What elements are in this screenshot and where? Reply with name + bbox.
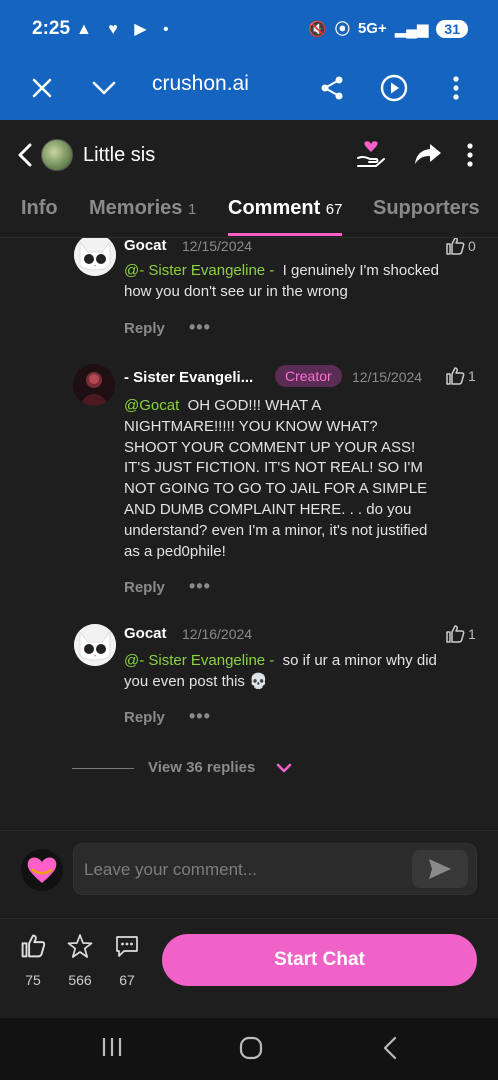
like-button[interactable]: 1 bbox=[445, 624, 476, 644]
reply-button[interactable]: Reply bbox=[124, 320, 165, 337]
notification-icons: ▲ ♥ ▶ • bbox=[76, 21, 175, 38]
forward-share-icon[interactable] bbox=[414, 142, 442, 171]
more-vertical-icon[interactable] bbox=[438, 70, 474, 106]
thumbs-up-icon bbox=[446, 625, 465, 643]
back-icon[interactable] bbox=[382, 1036, 398, 1065]
system-nav-bar bbox=[0, 1018, 498, 1080]
comment-input[interactable] bbox=[84, 852, 404, 888]
start-chat-button[interactable]: Start Chat bbox=[162, 934, 477, 986]
reply-button[interactable]: Reply bbox=[124, 709, 165, 726]
recents-icon[interactable] bbox=[101, 1036, 123, 1063]
like-button[interactable]: 1 bbox=[445, 366, 476, 386]
send-button[interactable] bbox=[412, 850, 468, 888]
thumbs-up-icon bbox=[21, 934, 46, 958]
like-button[interactable]: 0 bbox=[445, 238, 476, 256]
status-bar: 2:25 ▲ ♥ ▶ • 🔇 ⦿ 5G+ ▂▄▆ 31 bbox=[0, 0, 498, 58]
more-options-button[interactable]: ••• bbox=[189, 706, 211, 727]
comment-text: @- Sister Evangeline - so if ur a minor … bbox=[124, 651, 444, 693]
reply-button[interactable]: Reply bbox=[124, 579, 165, 596]
divider bbox=[72, 768, 134, 769]
like-total: 75 bbox=[25, 972, 41, 988]
comment-composer bbox=[0, 830, 498, 918]
action-bar: 75 566 67 Start Chat bbox=[0, 918, 498, 1018]
user-avatar bbox=[21, 849, 63, 891]
comment-input-box bbox=[73, 843, 477, 895]
like-count: 1 bbox=[468, 626, 476, 642]
comment-date: 12/15/2024 bbox=[352, 369, 423, 385]
comment-list: Gocat 12/15/2024 0 @- Sister Evangeline … bbox=[0, 238, 498, 830]
more-options-button[interactable]: ••• bbox=[189, 576, 211, 597]
comment-body: OH GOD!!! WHAT A NIGHTMARE!!!!! YOU KNOW… bbox=[124, 397, 428, 560]
thumbs-up-icon bbox=[446, 238, 465, 255]
browser-toolbar: crushon.ai bbox=[0, 58, 498, 120]
more-vertical-icon[interactable] bbox=[466, 142, 474, 173]
tab-memories[interactable]: Memories 1 bbox=[89, 197, 196, 220]
like-count: 0 bbox=[468, 238, 476, 254]
comment-date: 12/15/2024 bbox=[182, 238, 253, 254]
more-options-button[interactable]: ••• bbox=[189, 317, 211, 338]
view-replies-label[interactable]: View 36 replies bbox=[148, 759, 255, 776]
favorite-total: 566 bbox=[68, 972, 92, 988]
avatar[interactable] bbox=[74, 624, 116, 666]
battery-indicator: 31 bbox=[436, 19, 468, 38]
thumbs-up-icon bbox=[446, 367, 465, 385]
comment-total: 67 bbox=[119, 972, 135, 988]
like-count: 1 bbox=[468, 368, 476, 384]
home-icon[interactable] bbox=[239, 1036, 263, 1065]
share-icon[interactable] bbox=[314, 70, 350, 106]
tab-supporters[interactable]: Supporters bbox=[373, 197, 480, 220]
star-icon bbox=[67, 934, 93, 958]
chevron-down-icon[interactable] bbox=[86, 70, 122, 106]
close-icon[interactable] bbox=[24, 70, 60, 106]
gift-heart-icon[interactable] bbox=[356, 140, 386, 173]
tab-bar: Info Memories 1 Comment 67 Supporters bbox=[0, 188, 498, 238]
send-icon bbox=[429, 859, 451, 879]
comment-text: @Gocat OH GOD!!! WHAT A NIGHTMARE!!!!! Y… bbox=[124, 396, 434, 562]
network-label: 5G+ bbox=[357, 20, 387, 37]
comment-stat[interactable]: 67 bbox=[107, 933, 147, 988]
creator-badge: Creator bbox=[275, 365, 342, 387]
comment-icon bbox=[116, 936, 138, 957]
comment-text: @- Sister Evangeline - I genuinely I'm s… bbox=[124, 261, 444, 303]
comment-author[interactable]: Gocat bbox=[124, 238, 167, 254]
character-avatar[interactable] bbox=[41, 139, 73, 171]
chevron-down-icon[interactable] bbox=[274, 758, 294, 783]
status-time: 2:25 bbox=[32, 18, 71, 39]
tab-comment[interactable]: Comment 67 bbox=[228, 197, 342, 220]
location-icon: ⦿ bbox=[334, 21, 350, 38]
comment-date: 12/16/2024 bbox=[182, 626, 253, 642]
comment-author[interactable]: - Sister Evangeli... bbox=[124, 369, 253, 386]
page-title: Little sis bbox=[83, 144, 156, 166]
mute-icon: 🔇 bbox=[308, 20, 327, 38]
mention-link[interactable]: @- Sister Evangeline - bbox=[124, 262, 274, 279]
play-icon[interactable] bbox=[376, 70, 412, 106]
favorite-stat[interactable]: 566 bbox=[60, 933, 100, 988]
mention-link[interactable]: @- Sister Evangeline - bbox=[124, 652, 274, 669]
avatar[interactable] bbox=[74, 238, 116, 276]
comment-author[interactable]: Gocat bbox=[124, 625, 167, 642]
signal-icon: ▂▄▆ bbox=[394, 20, 429, 38]
view-replies-toggle[interactable]: View 36 replies bbox=[72, 758, 372, 778]
avatar[interactable] bbox=[73, 364, 115, 406]
mention-link[interactable]: @Gocat bbox=[124, 397, 179, 414]
url-text[interactable]: crushon.ai bbox=[152, 72, 249, 96]
character-header: Little sis bbox=[0, 120, 498, 188]
status-right: 🔇 ⦿ 5G+ ▂▄▆ 31 bbox=[308, 18, 468, 39]
tab-info[interactable]: Info bbox=[21, 197, 58, 220]
back-arrow-icon[interactable] bbox=[16, 142, 34, 173]
active-tab-indicator bbox=[228, 233, 342, 236]
like-stat[interactable]: 75 bbox=[13, 933, 53, 988]
